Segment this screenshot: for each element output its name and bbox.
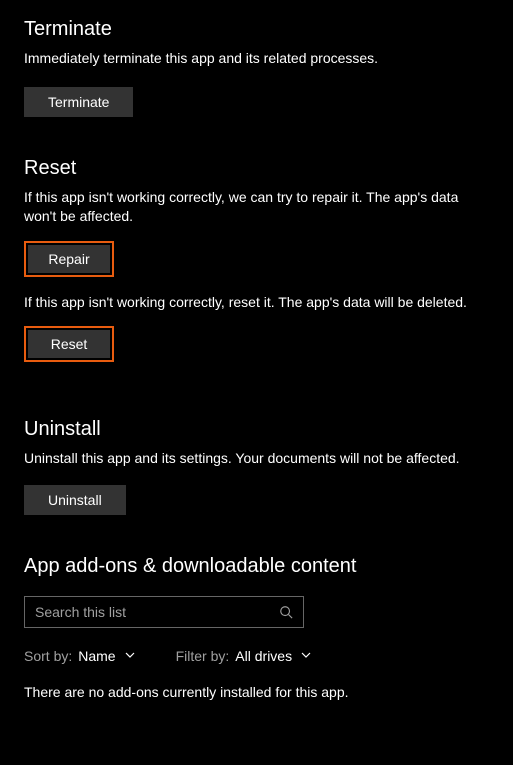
addons-title: App add-ons & downloadable content — [24, 555, 489, 578]
reset-desc: If this app isn't working correctly, res… — [24, 293, 489, 313]
uninstall-title: Uninstall — [24, 418, 489, 441]
uninstall-button[interactable]: Uninstall — [24, 485, 126, 515]
repair-button-highlight: Repair — [24, 241, 114, 277]
repair-desc: If this app isn't working correctly, we … — [24, 188, 489, 227]
filter-label: Filter by: — [176, 648, 230, 664]
chevron-down-icon — [300, 648, 312, 664]
reset-button-highlight: Reset — [24, 326, 114, 362]
repair-button[interactable]: Repair — [28, 245, 110, 273]
reset-button[interactable]: Reset — [28, 330, 110, 358]
filter-row: Sort by: Name Filter by: All drives — [24, 648, 489, 664]
sort-label: Sort by: — [24, 648, 72, 664]
sort-value: Name — [78, 648, 115, 664]
chevron-down-icon — [124, 648, 136, 664]
terminate-desc: Immediately terminate this app and its r… — [24, 49, 489, 69]
uninstall-desc: Uninstall this app and its settings. You… — [24, 449, 489, 469]
filter-value: All drives — [235, 648, 292, 664]
search-box[interactable] — [24, 596, 304, 628]
search-icon[interactable] — [269, 605, 303, 619]
filter-by-dropdown[interactable]: Filter by: All drives — [176, 648, 312, 664]
sort-by-dropdown[interactable]: Sort by: Name — [24, 648, 136, 664]
addons-empty-message: There are no add-ons currently installed… — [24, 684, 489, 700]
reset-title: Reset — [24, 157, 489, 180]
search-input[interactable] — [25, 598, 269, 626]
terminate-title: Terminate — [24, 18, 489, 41]
uninstall-section: Uninstall Uninstall this app and its set… — [24, 418, 489, 515]
terminate-section: Terminate Immediately terminate this app… — [24, 18, 489, 117]
reset-section: Reset If this app isn't working correctl… — [24, 157, 489, 379]
addons-section: App add-ons & downloadable content Sort … — [24, 555, 489, 700]
terminate-button[interactable]: Terminate — [24, 87, 133, 117]
